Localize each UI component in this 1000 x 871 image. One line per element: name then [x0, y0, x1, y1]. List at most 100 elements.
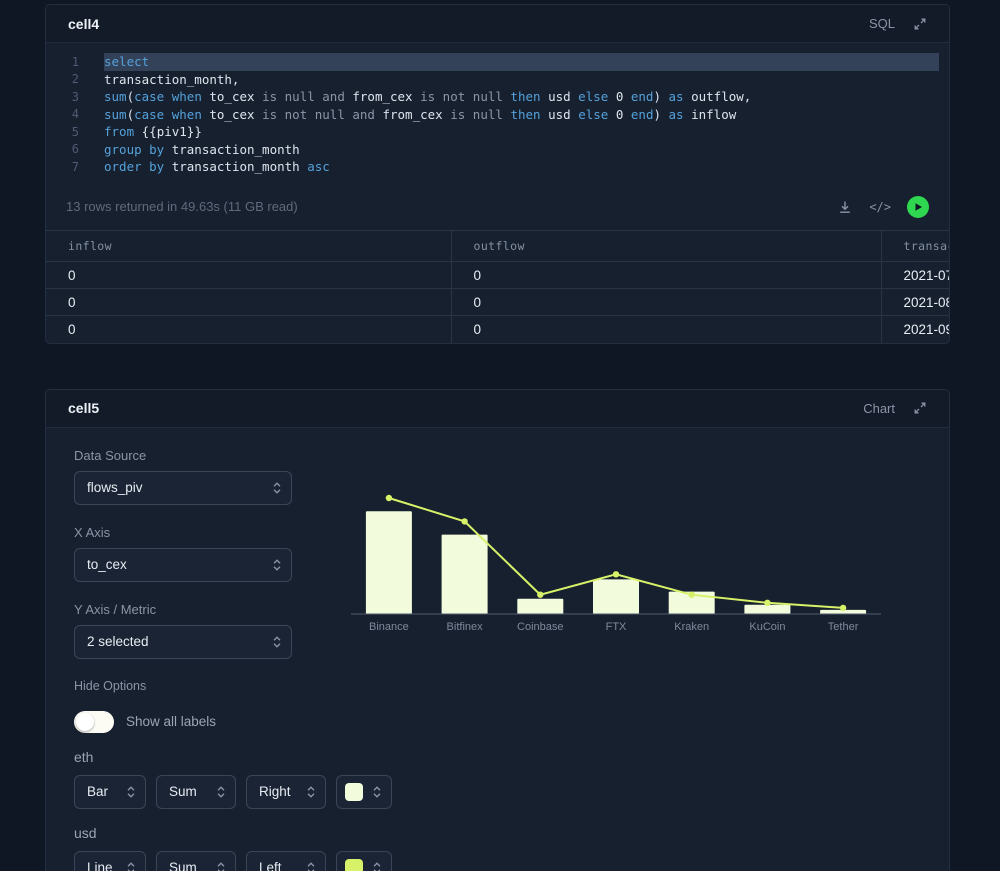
cell4-type-label: SQL — [868, 16, 895, 31]
x-tick-label: Kraken — [674, 621, 709, 633]
hide-options-link[interactable]: Hide Options — [74, 679, 921, 693]
select-chevrons-icon — [217, 785, 225, 798]
line-point-Coinbase[interactable] — [537, 591, 544, 598]
chart-cell-body: Data Source flows_piv X Axis to_cex Y Ax… — [46, 428, 949, 871]
line-number: 7 — [71, 159, 79, 174]
results-table: inflowoutflowtransaction_month002021-07-… — [46, 230, 950, 343]
x-axis-select[interactable]: to_cex — [74, 547, 292, 582]
y-axis-label: Y Axis / Metric — [74, 601, 157, 617]
data-source-value: flows_piv — [87, 480, 143, 495]
bar-Binance[interactable] — [365, 510, 412, 614]
download-icon[interactable] — [837, 199, 853, 215]
bar-KuCoin[interactable] — [744, 604, 791, 614]
color-swatch — [345, 858, 363, 871]
run-button[interactable] — [907, 195, 929, 218]
bar-Bitfinex[interactable] — [441, 534, 488, 614]
data-source-label: Data Source — [74, 447, 147, 463]
table-cell: 2021-09-01 — [903, 321, 950, 337]
x-axis-value: to_cex — [87, 557, 127, 572]
code-line-6[interactable]: 6 group by transaction_month — [46, 141, 949, 159]
series-eth-type-select[interactable]: Bar — [74, 774, 146, 809]
series-row-usd: Line Sum Left — [74, 850, 921, 871]
x-tick-label: Binance — [369, 621, 409, 633]
select-value: Sum — [169, 784, 197, 799]
series-usd-type-select[interactable]: Line — [74, 850, 146, 871]
line-number: 6 — [71, 142, 79, 157]
table-row: 002021-08-01 — [46, 288, 949, 316]
bar-Coinbase[interactable] — [517, 598, 564, 614]
expand-icon-glyph — [914, 402, 926, 414]
column-header-transaction_month[interactable]: transaction_month — [881, 230, 949, 262]
select-value: Right — [259, 784, 291, 799]
series-eth-color-select[interactable] — [336, 774, 392, 809]
results-table-container: inflowoutflowtransaction_month002021-07-… — [46, 229, 950, 343]
select-chevrons-icon — [373, 785, 381, 798]
select-value: Line — [87, 860, 113, 871]
code-line-4[interactable]: 4 sum(case when to_cex is not null and fr… — [46, 106, 949, 124]
line-point-Kraken[interactable] — [688, 591, 695, 598]
toggle-knob — [76, 712, 94, 731]
table-row: 00 2021-09-01 — [46, 315, 950, 343]
line-number: 1 — [71, 54, 79, 69]
color-swatch — [345, 782, 363, 801]
select-value: Left — [259, 860, 282, 871]
line-point-KuCoin[interactable] — [764, 599, 771, 606]
line-number: 4 — [71, 107, 79, 122]
cell4-header: cell4 SQL — [46, 5, 949, 43]
table-cell: 2021-08-01 — [881, 288, 949, 316]
line-point-FTX[interactable] — [612, 570, 620, 577]
code-line-2[interactable]: 2 transaction_month, — [46, 71, 949, 89]
select-chevrons-icon — [273, 481, 281, 494]
y-axis-select[interactable]: 2 selected — [74, 624, 292, 659]
code-text: transaction_month, — [104, 71, 240, 87]
series-usd-color-select[interactable] — [336, 850, 392, 871]
show-all-labels-toggle[interactable] — [74, 710, 114, 733]
series-name-eth: eth — [74, 748, 94, 765]
line-point-Bitfinex[interactable] — [461, 517, 468, 525]
code-line-7[interactable]: 7 order by transaction_month asc — [46, 158, 949, 176]
line-point-Binance[interactable] — [385, 494, 393, 501]
cell5-header: cell5 Chart — [46, 389, 949, 428]
line-point-Tether[interactable] — [839, 604, 847, 611]
code-line-5[interactable]: 5 from {{piv1}} — [46, 123, 949, 141]
select-chevrons-icon — [217, 861, 225, 871]
table-cell: 0 — [451, 315, 882, 343]
series-eth-agg-select[interactable]: Sum — [156, 774, 236, 809]
data-source-field: Data Source flows_piv — [74, 448, 292, 505]
table-cell: 0 — [46, 315, 452, 343]
sql-cell-cell4: cell4 SQL 1 select 2 transaction_month, 3 sum… — [45, 4, 950, 344]
code-text: sum(case when to_cex is null and from_ce… — [104, 89, 752, 104]
x-tick-label: Bitfinex — [447, 621, 484, 633]
cell4-title: cell4 — [68, 15, 100, 32]
code-line-3[interactable]: 3 sum(case when to_cex is null and from_c… — [46, 88, 949, 106]
y-axis-field: Y Axis / Metric 2 selected — [74, 602, 292, 659]
column-header-inflow[interactable]: inflow — [46, 230, 452, 262]
chart-canvas: Binance Bitfinex Coinbase FTX Kraken KuCoin Te… — [351, 484, 896, 641]
combo-chart: Binance Bitfinex Coinbase FTX Kraken KuCoin Te… — [351, 494, 881, 633]
sql-editor[interactable]: 1 select 2 transaction_month, 3 sum(case when… — [46, 43, 949, 188]
code-icon[interactable]: </> — [869, 200, 891, 214]
expand-icon[interactable] — [913, 401, 927, 415]
cell5-header-right: Chart — [863, 401, 927, 416]
expand-icon[interactable] — [913, 17, 927, 31]
show-all-labels-row: Show all labels — [74, 710, 921, 733]
code-text: from {{piv1}} — [104, 124, 202, 139]
code-text: group by transaction_month — [104, 141, 300, 157]
bar-FTX[interactable] — [593, 578, 639, 614]
series-usd-axis-select[interactable]: Left — [246, 850, 326, 871]
series-usd-agg-select[interactable]: Sum — [156, 850, 236, 871]
x-tick-label: Tether — [828, 621, 859, 633]
x-axis-field: X Axis to_cex — [74, 525, 292, 582]
query-status: 13 rows returned in 49.63s (11 GB read) — [66, 199, 298, 214]
data-source-select[interactable]: flows_piv — [74, 470, 292, 505]
select-chevrons-icon — [373, 861, 381, 871]
code-line-1[interactable]: 1 select — [46, 53, 949, 71]
series-eth-axis-select[interactable]: Right — [246, 774, 326, 809]
code-text: order by transaction_month asc — [104, 159, 330, 174]
x-tick-label: KuCoin — [749, 621, 785, 633]
code-text: select — [104, 53, 939, 71]
y-axis-value: 2 selected — [87, 634, 149, 649]
select-chevrons-icon — [307, 785, 315, 798]
x-axis-label: X Axis — [74, 524, 111, 540]
column-header-outflow[interactable]: outflow — [451, 230, 882, 262]
